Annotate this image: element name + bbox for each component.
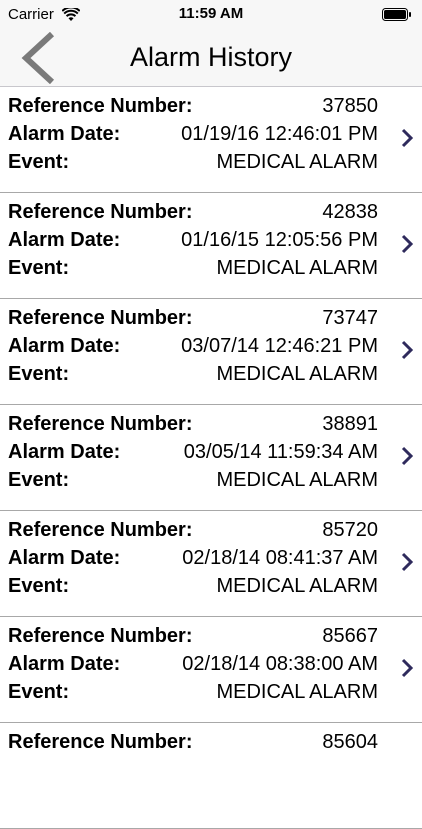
event-value: MEDICAL ALARM bbox=[216, 469, 378, 491]
alarm-date-value: 02/18/14 08:38:00 AM bbox=[182, 653, 378, 675]
reference-number-label: Reference Number: bbox=[8, 95, 193, 117]
chevron-right-icon bbox=[401, 552, 414, 572]
event-label: Event: bbox=[8, 257, 70, 279]
alarm-record-row[interactable]: Reference Number: 42838 Alarm Date: 01/16/… bbox=[0, 193, 422, 299]
alarm-date-label: Alarm Date: bbox=[8, 229, 121, 251]
reference-number-label: Reference Number: bbox=[8, 413, 193, 435]
reference-number-value: 38891 bbox=[322, 413, 378, 435]
alarm-date-label: Alarm Date: bbox=[8, 547, 121, 569]
chevron-right-icon bbox=[401, 128, 414, 148]
alarm-record-row[interactable]: Reference Number: 85667 Alarm Date: 02/18/… bbox=[0, 617, 422, 723]
reference-number-label: Reference Number: bbox=[8, 519, 193, 541]
chevron-right-icon bbox=[401, 340, 414, 360]
chevron-right-icon bbox=[401, 446, 414, 466]
alarm-record-row[interactable]: Reference Number: 85720 Alarm Date: 02/18/… bbox=[0, 511, 422, 617]
reference-number-label: Reference Number: bbox=[8, 625, 193, 647]
event-label: Event: bbox=[8, 469, 70, 491]
event-value: MEDICAL ALARM bbox=[216, 257, 378, 279]
alarm-date-value: 03/07/14 12:46:21 PM bbox=[181, 335, 378, 357]
event-value: MEDICAL ALARM bbox=[216, 681, 378, 703]
reference-number-value: 85720 bbox=[322, 519, 378, 541]
chevron-right-icon bbox=[401, 658, 414, 678]
alarm-date-label: Alarm Date: bbox=[8, 441, 121, 463]
reference-number-label: Reference Number: bbox=[8, 201, 193, 223]
alarm-record-row[interactable]: Reference Number: 37850 Alarm Date: 01/19/… bbox=[0, 87, 422, 193]
event-label: Event: bbox=[8, 363, 70, 385]
status-bar: Carrier 11:59 AM bbox=[0, 0, 422, 30]
alarm-date-value: 01/16/15 12:05:56 PM bbox=[181, 229, 378, 251]
reference-number-value: 85604 bbox=[322, 731, 378, 753]
alarm-date-label: Alarm Date: bbox=[8, 335, 121, 357]
alarm-date-label: Alarm Date: bbox=[8, 123, 121, 145]
event-label: Event: bbox=[8, 681, 70, 703]
reference-number-value: 85667 bbox=[322, 625, 378, 647]
status-time: 11:59 AM bbox=[178, 5, 244, 22]
alarm-record-row[interactable]: Reference Number: 85604 bbox=[0, 723, 422, 829]
battery-icon bbox=[382, 8, 411, 21]
alarm-date-value: 01/19/16 12:46:01 PM bbox=[181, 123, 378, 145]
event-value: MEDICAL ALARM bbox=[216, 151, 378, 173]
event-value: MEDICAL ALARM bbox=[216, 363, 378, 385]
alarm-date-label: Alarm Date: bbox=[8, 653, 121, 675]
alarm-record-row[interactable]: Reference Number: 73747 Alarm Date: 03/07/… bbox=[0, 299, 422, 405]
alarm-date-value: 02/18/14 08:41:37 AM bbox=[182, 547, 378, 569]
reference-number-value: 73747 bbox=[322, 307, 378, 329]
event-value: MEDICAL ALARM bbox=[216, 575, 378, 597]
page-title: Alarm History bbox=[129, 42, 292, 72]
event-label: Event: bbox=[8, 575, 70, 597]
reference-number-value: 42838 bbox=[322, 201, 378, 223]
chevron-right-icon bbox=[401, 234, 414, 254]
alarm-history-list: Reference Number: 37850 Alarm Date: 01/19/… bbox=[0, 87, 422, 829]
reference-number-label: Reference Number: bbox=[8, 307, 193, 329]
alarm-record-row[interactable]: Reference Number: 38891 Alarm Date: 03/05/… bbox=[0, 405, 422, 511]
navigation-bar: Alarm History bbox=[0, 30, 422, 87]
alarm-date-value: 03/05/14 11:59:34 AM bbox=[183, 441, 378, 463]
reference-number-label: Reference Number: bbox=[8, 731, 193, 753]
event-label: Event: bbox=[8, 151, 70, 173]
reference-number-value: 37850 bbox=[322, 95, 378, 117]
